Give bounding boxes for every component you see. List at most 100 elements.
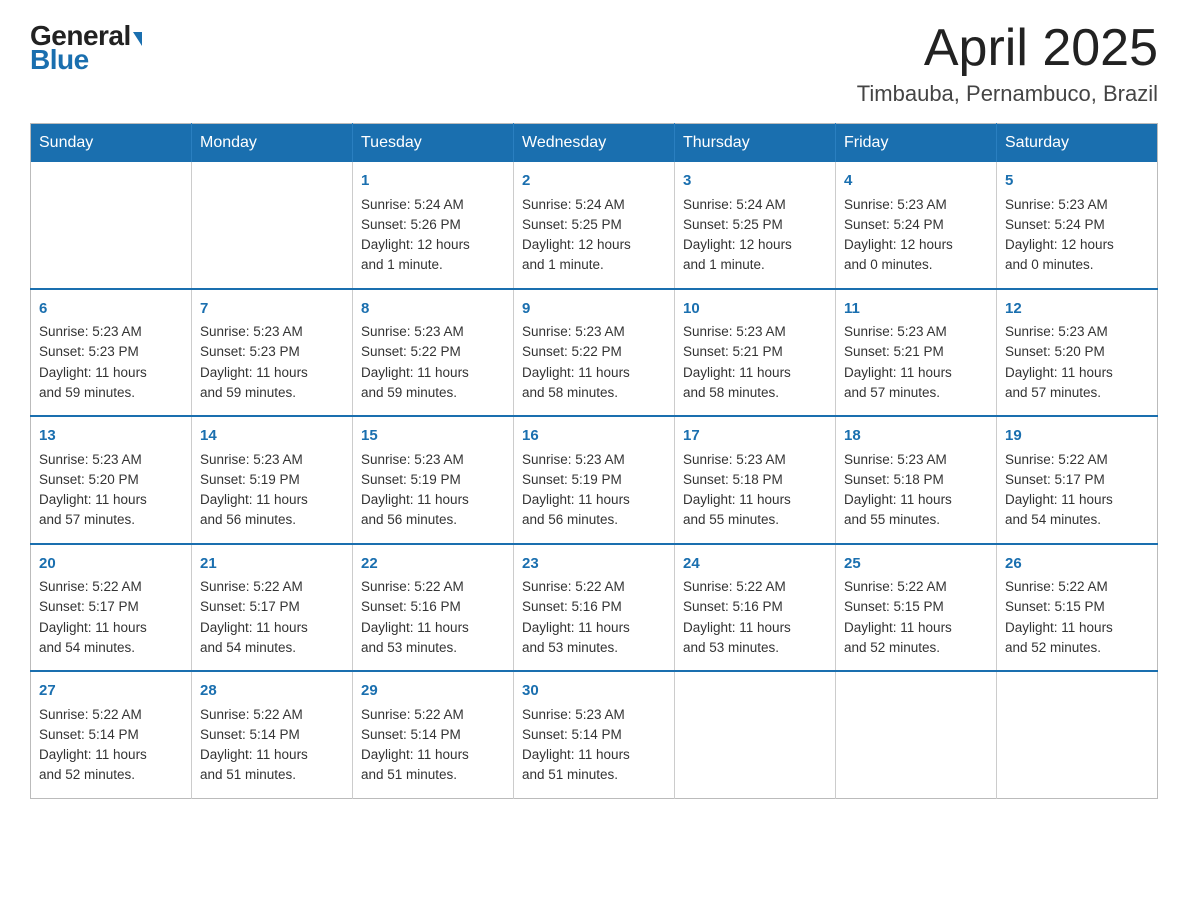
days-of-week-row: SundayMondayTuesdayWednesdayThursdayFrid… (31, 124, 1158, 163)
day-info: Sunrise: 5:24 AMSunset: 5:25 PMDaylight:… (522, 195, 666, 276)
day-info: Sunrise: 5:22 AMSunset: 5:17 PMDaylight:… (39, 577, 183, 658)
day-info: Sunrise: 5:24 AMSunset: 5:26 PMDaylight:… (361, 195, 505, 276)
day-info: Sunrise: 5:23 AMSunset: 5:23 PMDaylight:… (200, 322, 344, 403)
logo: General Blue (30, 20, 142, 76)
calendar-cell (192, 162, 353, 289)
calendar-cell: 15Sunrise: 5:23 AMSunset: 5:19 PMDayligh… (353, 416, 514, 544)
day-info: Sunrise: 5:23 AMSunset: 5:22 PMDaylight:… (361, 322, 505, 403)
day-number: 23 (522, 553, 666, 576)
day-info: Sunrise: 5:22 AMSunset: 5:17 PMDaylight:… (1005, 450, 1149, 531)
week-row-5: 27Sunrise: 5:22 AMSunset: 5:14 PMDayligh… (31, 671, 1158, 798)
calendar-cell: 9Sunrise: 5:23 AMSunset: 5:22 PMDaylight… (514, 289, 675, 417)
calendar-cell: 8Sunrise: 5:23 AMSunset: 5:22 PMDaylight… (353, 289, 514, 417)
weekday-header-friday: Friday (836, 124, 997, 163)
calendar-body: 1Sunrise: 5:24 AMSunset: 5:26 PMDaylight… (31, 162, 1158, 798)
day-number: 20 (39, 553, 183, 576)
day-number: 12 (1005, 298, 1149, 321)
calendar-cell: 17Sunrise: 5:23 AMSunset: 5:18 PMDayligh… (675, 416, 836, 544)
day-number: 9 (522, 298, 666, 321)
weekday-header-monday: Monday (192, 124, 353, 163)
calendar-cell: 7Sunrise: 5:23 AMSunset: 5:23 PMDaylight… (192, 289, 353, 417)
calendar-cell: 12Sunrise: 5:23 AMSunset: 5:20 PMDayligh… (997, 289, 1158, 417)
day-number: 1 (361, 170, 505, 193)
day-info: Sunrise: 5:23 AMSunset: 5:19 PMDaylight:… (200, 450, 344, 531)
calendar-cell: 5Sunrise: 5:23 AMSunset: 5:24 PMDaylight… (997, 162, 1158, 289)
day-number: 6 (39, 298, 183, 321)
day-number: 15 (361, 425, 505, 448)
day-number: 3 (683, 170, 827, 193)
day-info: Sunrise: 5:23 AMSunset: 5:23 PMDaylight:… (39, 322, 183, 403)
day-number: 8 (361, 298, 505, 321)
weekday-header-saturday: Saturday (997, 124, 1158, 163)
calendar-cell: 24Sunrise: 5:22 AMSunset: 5:16 PMDayligh… (675, 544, 836, 672)
calendar-cell: 3Sunrise: 5:24 AMSunset: 5:25 PMDaylight… (675, 162, 836, 289)
calendar-cell: 30Sunrise: 5:23 AMSunset: 5:14 PMDayligh… (514, 671, 675, 798)
calendar-cell: 13Sunrise: 5:23 AMSunset: 5:20 PMDayligh… (31, 416, 192, 544)
calendar-cell: 14Sunrise: 5:23 AMSunset: 5:19 PMDayligh… (192, 416, 353, 544)
day-number: 5 (1005, 170, 1149, 193)
weekday-header-wednesday: Wednesday (514, 124, 675, 163)
day-info: Sunrise: 5:24 AMSunset: 5:25 PMDaylight:… (683, 195, 827, 276)
day-number: 10 (683, 298, 827, 321)
calendar-cell: 2Sunrise: 5:24 AMSunset: 5:25 PMDaylight… (514, 162, 675, 289)
day-info: Sunrise: 5:23 AMSunset: 5:24 PMDaylight:… (844, 195, 988, 276)
logo-blue: Blue (30, 44, 89, 76)
calendar-cell: 16Sunrise: 5:23 AMSunset: 5:19 PMDayligh… (514, 416, 675, 544)
day-info: Sunrise: 5:23 AMSunset: 5:18 PMDaylight:… (683, 450, 827, 531)
day-info: Sunrise: 5:22 AMSunset: 5:16 PMDaylight:… (683, 577, 827, 658)
day-number: 7 (200, 298, 344, 321)
day-info: Sunrise: 5:23 AMSunset: 5:21 PMDaylight:… (844, 322, 988, 403)
day-number: 18 (844, 425, 988, 448)
calendar-cell: 28Sunrise: 5:22 AMSunset: 5:14 PMDayligh… (192, 671, 353, 798)
weekday-header-sunday: Sunday (31, 124, 192, 163)
logo-arrow-icon (133, 32, 142, 46)
day-info: Sunrise: 5:22 AMSunset: 5:15 PMDaylight:… (1005, 577, 1149, 658)
day-number: 28 (200, 680, 344, 703)
day-number: 4 (844, 170, 988, 193)
day-number: 25 (844, 553, 988, 576)
calendar-cell: 27Sunrise: 5:22 AMSunset: 5:14 PMDayligh… (31, 671, 192, 798)
day-info: Sunrise: 5:23 AMSunset: 5:14 PMDaylight:… (522, 705, 666, 786)
day-number: 27 (39, 680, 183, 703)
day-number: 24 (683, 553, 827, 576)
day-info: Sunrise: 5:22 AMSunset: 5:15 PMDaylight:… (844, 577, 988, 658)
day-info: Sunrise: 5:22 AMSunset: 5:16 PMDaylight:… (361, 577, 505, 658)
calendar-cell: 23Sunrise: 5:22 AMSunset: 5:16 PMDayligh… (514, 544, 675, 672)
calendar-cell: 29Sunrise: 5:22 AMSunset: 5:14 PMDayligh… (353, 671, 514, 798)
day-number: 11 (844, 298, 988, 321)
day-info: Sunrise: 5:23 AMSunset: 5:19 PMDaylight:… (522, 450, 666, 531)
day-number: 2 (522, 170, 666, 193)
day-number: 21 (200, 553, 344, 576)
calendar-cell: 20Sunrise: 5:22 AMSunset: 5:17 PMDayligh… (31, 544, 192, 672)
month-title: April 2025 (857, 20, 1158, 77)
day-number: 22 (361, 553, 505, 576)
calendar-cell: 19Sunrise: 5:22 AMSunset: 5:17 PMDayligh… (997, 416, 1158, 544)
day-info: Sunrise: 5:22 AMSunset: 5:16 PMDaylight:… (522, 577, 666, 658)
day-number: 19 (1005, 425, 1149, 448)
week-row-4: 20Sunrise: 5:22 AMSunset: 5:17 PMDayligh… (31, 544, 1158, 672)
day-info: Sunrise: 5:22 AMSunset: 5:14 PMDaylight:… (39, 705, 183, 786)
day-info: Sunrise: 5:22 AMSunset: 5:14 PMDaylight:… (361, 705, 505, 786)
calendar-header: SundayMondayTuesdayWednesdayThursdayFrid… (31, 124, 1158, 163)
day-number: 29 (361, 680, 505, 703)
calendar-cell: 11Sunrise: 5:23 AMSunset: 5:21 PMDayligh… (836, 289, 997, 417)
calendar-cell: 10Sunrise: 5:23 AMSunset: 5:21 PMDayligh… (675, 289, 836, 417)
day-number: 17 (683, 425, 827, 448)
day-number: 13 (39, 425, 183, 448)
day-info: Sunrise: 5:23 AMSunset: 5:20 PMDaylight:… (39, 450, 183, 531)
calendar-cell: 6Sunrise: 5:23 AMSunset: 5:23 PMDaylight… (31, 289, 192, 417)
weekday-header-tuesday: Tuesday (353, 124, 514, 163)
calendar-cell: 4Sunrise: 5:23 AMSunset: 5:24 PMDaylight… (836, 162, 997, 289)
calendar-cell: 21Sunrise: 5:22 AMSunset: 5:17 PMDayligh… (192, 544, 353, 672)
week-row-2: 6Sunrise: 5:23 AMSunset: 5:23 PMDaylight… (31, 289, 1158, 417)
calendar-cell: 25Sunrise: 5:22 AMSunset: 5:15 PMDayligh… (836, 544, 997, 672)
day-number: 16 (522, 425, 666, 448)
weekday-header-thursday: Thursday (675, 124, 836, 163)
calendar-table: SundayMondayTuesdayWednesdayThursdayFrid… (30, 123, 1158, 799)
day-number: 14 (200, 425, 344, 448)
day-info: Sunrise: 5:22 AMSunset: 5:14 PMDaylight:… (200, 705, 344, 786)
calendar-cell: 18Sunrise: 5:23 AMSunset: 5:18 PMDayligh… (836, 416, 997, 544)
calendar-cell (675, 671, 836, 798)
week-row-3: 13Sunrise: 5:23 AMSunset: 5:20 PMDayligh… (31, 416, 1158, 544)
location-title: Timbauba, Pernambuco, Brazil (857, 81, 1158, 107)
